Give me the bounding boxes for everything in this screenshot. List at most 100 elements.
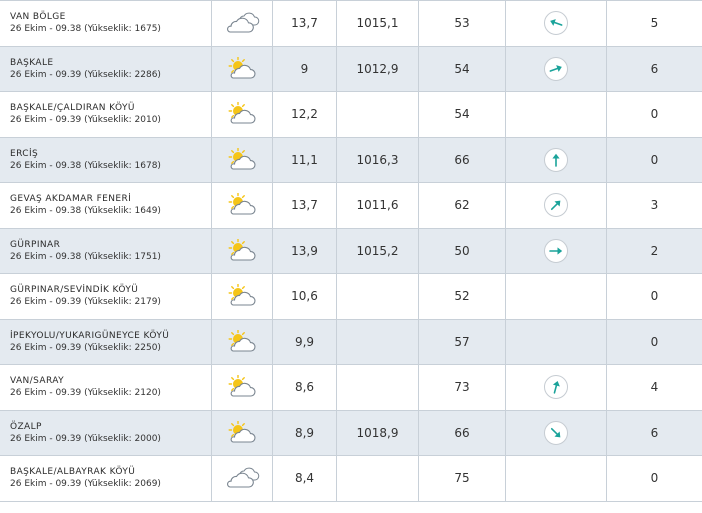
station-meta: 26 Ekim - 09.38 (Yükseklik: 1678) xyxy=(10,160,161,171)
station-name[interactable]: VAN/SARAY xyxy=(10,375,64,387)
pressure-value: 1015,2 xyxy=(356,243,399,258)
pressure-cell xyxy=(337,456,419,501)
pressure-cell xyxy=(337,365,419,410)
wind-speed-cell: 6 xyxy=(607,411,702,456)
wind-speed-value: 0 xyxy=(650,471,659,486)
humidity-value: 50 xyxy=(454,243,470,258)
partly-cloudy-icon xyxy=(228,375,256,397)
station-row: ERCİŞ 26 Ekim - 09.38 (Yükseklik: 1678) … xyxy=(0,137,702,183)
cloudy-icon xyxy=(227,467,260,488)
wind-arrow-icon xyxy=(549,64,562,72)
weather-icon-cell xyxy=(212,1,273,46)
humidity-value: 52 xyxy=(454,289,470,304)
humidity-cell: 57 xyxy=(419,319,506,364)
wind-arrow-icon xyxy=(549,247,563,255)
station-name[interactable]: GÜRPINAR/SEVİNDİK KÖYÜ xyxy=(10,284,138,296)
station-cell: GÜRPINAR 26 Ekim - 09.38 (Yükseklik: 175… xyxy=(0,228,212,273)
wind-arrow-icon xyxy=(550,200,561,211)
humidity-value: 75 xyxy=(454,471,470,486)
temperature-cell: 8,6 xyxy=(273,365,337,410)
wind-direction-cell xyxy=(506,456,607,501)
wind-direction-cell xyxy=(506,274,607,319)
station-row: VAN BÖLGE 26 Ekim - 09.38 (Yükseklik: 16… xyxy=(0,1,702,47)
weather-icon-cell xyxy=(212,137,273,182)
wind-direction-cell xyxy=(506,92,607,137)
station-name[interactable]: İPEKYOLU/YUKARIGÜNEYCE KÖYÜ xyxy=(10,330,169,342)
wind-speed-cell: 4 xyxy=(607,365,702,410)
temperature-value: 8,6 xyxy=(294,380,315,395)
humidity-value: 57 xyxy=(454,334,470,349)
pressure-value: 1018,9 xyxy=(356,425,399,440)
wind-speed-value: 0 xyxy=(650,334,659,349)
wind-direction-cell xyxy=(506,1,607,46)
wind-speed-value: 5 xyxy=(650,16,659,31)
temperature-cell: 13,7 xyxy=(273,1,337,46)
temperature-cell: 11,1 xyxy=(273,137,337,182)
temperature-value: 13,9 xyxy=(291,243,318,258)
wind-speed-value: 6 xyxy=(650,425,659,440)
station-cell: BAŞKALE/ÇALDIRAN KÖYÜ 26 Ekim - 09.39 (Y… xyxy=(0,92,212,137)
wind-direction-cell xyxy=(506,319,607,364)
station-meta: 26 Ekim - 09.38 (Yükseklik: 1675) xyxy=(10,24,161,35)
partly-cloudy-icon xyxy=(228,56,256,79)
station-cell: GÜRPINAR/SEVİNDİK KÖYÜ 26 Ekim - 09.39 (… xyxy=(0,274,212,319)
wind-speed-cell: 0 xyxy=(607,92,702,137)
wind-direction-cell xyxy=(506,365,607,410)
humidity-cell: 73 xyxy=(419,365,506,410)
temperature-value: 11,1 xyxy=(291,152,318,167)
temperature-value: 13,7 xyxy=(291,16,318,31)
station-name[interactable]: GEVAŞ AKDAMAR FENERİ xyxy=(10,193,131,205)
wind-speed-value: 0 xyxy=(650,152,659,167)
station-row: İPEKYOLU/YUKARIGÜNEYCE KÖYÜ 26 Ekim - 09… xyxy=(0,319,702,365)
wind-speed-value: 2 xyxy=(650,243,659,258)
wind-speed-cell: 0 xyxy=(607,320,702,365)
station-name[interactable]: GÜRPINAR xyxy=(10,239,60,251)
station-name[interactable]: VAN BÖLGE xyxy=(10,11,66,23)
station-row: BAŞKALE/ÇALDIRAN KÖYÜ 26 Ekim - 09.39 (Y… xyxy=(0,92,702,138)
cloudy-icon xyxy=(227,12,260,33)
pressure-cell xyxy=(337,319,419,364)
station-meta: 26 Ekim - 09.39 (Yükseklik: 2069) xyxy=(10,479,161,490)
pressure-cell: 1016,3 xyxy=(337,137,419,182)
wind-speed-value: 3 xyxy=(650,198,659,213)
humidity-cell: 66 xyxy=(419,410,506,455)
pressure-value: 1015,1 xyxy=(356,16,399,31)
humidity-value: 66 xyxy=(454,425,470,440)
temperature-cell: 8,4 xyxy=(273,456,337,501)
temperature-value: 8,4 xyxy=(294,471,315,486)
wind-direction-icon xyxy=(544,11,568,36)
humidity-value: 54 xyxy=(454,61,470,76)
station-name[interactable]: ÖZALP xyxy=(10,421,42,433)
wind-speed-cell: 2 xyxy=(607,229,702,274)
wind-speed-cell: 6 xyxy=(607,47,702,92)
station-name[interactable]: BAŞKALE xyxy=(10,57,53,69)
temperature-cell: 9,9 xyxy=(273,319,337,364)
station-meta: 26 Ekim - 09.39 (Yükseklik: 2000) xyxy=(10,433,161,444)
station-name[interactable]: BAŞKALE/ÇALDIRAN KÖYÜ xyxy=(10,102,135,114)
partly-cloudy-icon xyxy=(228,284,256,306)
humidity-value: 54 xyxy=(454,107,470,122)
station-cell: ERCİŞ 26 Ekim - 09.38 (Yükseklik: 1678) xyxy=(0,137,212,182)
station-name[interactable]: BAŞKALE/ALBAYRAK KÖYÜ xyxy=(10,466,135,478)
wind-direction-icon xyxy=(544,193,568,218)
weather-icon-cell xyxy=(212,456,273,501)
station-meta: 26 Ekim - 09.39 (Yükseklik: 2286) xyxy=(10,69,161,80)
weather-icon-cell xyxy=(212,274,273,319)
humidity-cell: 52 xyxy=(419,274,506,319)
pressure-cell: 1015,2 xyxy=(337,228,419,273)
pressure-cell: 1018,9 xyxy=(337,410,419,455)
station-row: GEVAŞ AKDAMAR FENERİ 26 Ekim - 09.38 (Yü… xyxy=(0,183,702,229)
station-cell: ÖZALP 26 Ekim - 09.39 (Yükseklik: 2000) xyxy=(0,410,212,455)
humidity-cell: 75 xyxy=(419,456,506,501)
pressure-cell: 1012,9 xyxy=(337,46,419,91)
wind-direction-cell xyxy=(506,228,607,273)
wind-speed-value: 0 xyxy=(650,289,659,304)
station-cell: VAN/SARAY 26 Ekim - 09.39 (Yükseklik: 21… xyxy=(0,365,212,410)
station-name[interactable]: ERCİŞ xyxy=(10,148,38,160)
pressure-value: 1016,3 xyxy=(356,152,399,167)
pressure-cell: 1015,1 xyxy=(337,1,419,46)
weather-icon-cell xyxy=(212,365,273,410)
wind-direction-icon xyxy=(544,147,568,172)
temperature-value: 9,9 xyxy=(294,334,315,349)
temperature-value: 10,6 xyxy=(291,289,318,304)
